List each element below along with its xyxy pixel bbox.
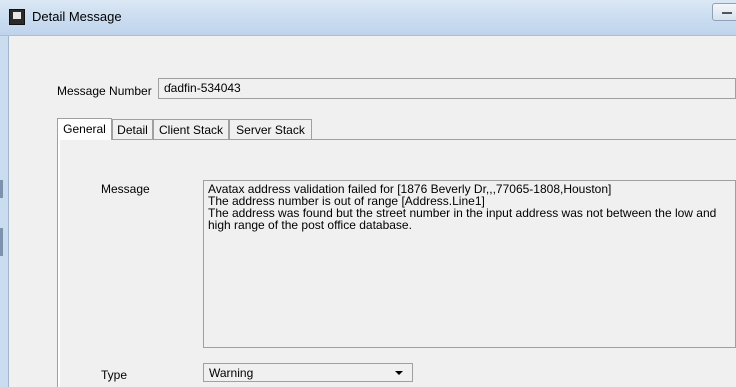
message-number-label: Message Number [57, 84, 152, 98]
title-bar: Detail Message [0, 0, 736, 36]
type-label: Type [101, 368, 128, 382]
window-frame-left [0, 36, 9, 387]
tab-server-stack[interactable]: Server Stack [229, 119, 312, 139]
chevron-down-icon[interactable] [395, 371, 403, 375]
message-line: The address was found but the street num… [208, 206, 720, 232]
window-edge-mark [0, 180, 3, 198]
tab-client-stack[interactable]: Client Stack [153, 119, 229, 139]
type-select-value: Warning [209, 366, 254, 380]
minimize-button[interactable] [712, 3, 736, 21]
message-number-field[interactable]: ɗadfin-534043 [158, 78, 736, 99]
tab-detail[interactable]: Detail [112, 119, 153, 139]
app-icon [9, 9, 25, 25]
type-select[interactable]: Warning [203, 363, 413, 382]
message-label: Message [101, 182, 150, 196]
tab-general[interactable]: General [57, 118, 112, 140]
window-edge-mark [0, 228, 3, 256]
window-title: Detail Message [32, 9, 122, 24]
message-text-area[interactable]: Avatax address validation failed for [18… [203, 180, 736, 348]
